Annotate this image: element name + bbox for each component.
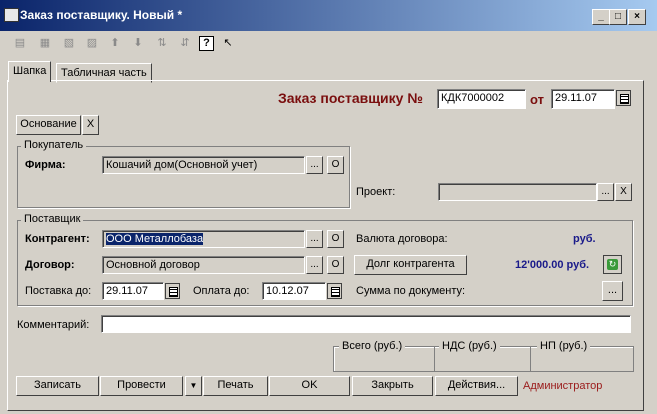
table-icon[interactable]: ▦ (37, 36, 53, 50)
currency-value: руб. (573, 233, 596, 245)
total-label: Всего (руб.) (339, 340, 406, 352)
edit-icon[interactable]: ▧ (61, 36, 77, 50)
firm-field[interactable]: Кошачий дом(Основной учет) (102, 156, 305, 174)
pointer-icon[interactable]: ↖ (220, 36, 236, 50)
contract-select-button[interactable]: ... (306, 256, 323, 274)
document-date-field[interactable]: 29.11.07 (551, 89, 615, 109)
copy-icon[interactable]: ▤ (12, 36, 28, 50)
contract-label: Договор: (25, 259, 75, 271)
help-icon[interactable]: ? (199, 36, 214, 51)
counterparty-label: Контрагент: (25, 233, 90, 245)
counterparty-field[interactable]: ООО Металлобаза (102, 230, 305, 248)
tab-header[interactable]: Шапка (8, 61, 52, 82)
post-dropdown-button[interactable]: ▼ (185, 376, 202, 396)
totals-divider (530, 346, 531, 371)
close-button[interactable]: × (628, 9, 646, 25)
calendar-icon[interactable] (616, 90, 631, 106)
firm-open-button[interactable]: О (327, 156, 344, 174)
doc-sum-button[interactable]: ... (602, 281, 623, 301)
contract-open-button[interactable]: О (327, 256, 344, 274)
basis-clear-button[interactable]: X (82, 115, 99, 135)
user-label: Администратор (523, 380, 603, 392)
up-icon[interactable]: ⬆ (107, 36, 123, 50)
document-number-field[interactable]: КДК7000002 (437, 89, 526, 109)
title-bar: Заказ поставщику. Новый * _ □ × (0, 0, 657, 31)
buyer-group-title: Покупатель (21, 139, 87, 151)
comment-label: Комментарий: (17, 319, 90, 331)
vat-label: НДС (руб.) (439, 340, 500, 352)
contract-field[interactable]: Основной договор (102, 256, 305, 274)
project-clear-button[interactable]: X (615, 183, 632, 201)
comment-field[interactable] (101, 315, 631, 333)
totals-divider (434, 346, 435, 371)
minimize-button[interactable]: _ (592, 9, 610, 25)
debt-value: 12'000.00 руб. (515, 259, 590, 271)
counterparty-select-button[interactable]: ... (306, 230, 323, 248)
doc-sum-label: Сумма по документу: (356, 285, 466, 297)
firm-label: Фирма: (25, 159, 66, 171)
delivery-date-field[interactable]: 29.11.07 (102, 282, 164, 300)
project-label: Проект: (356, 186, 396, 198)
counterparty-debt-button[interactable]: Долг контрагента (354, 255, 467, 275)
sort-asc-icon[interactable]: ⇅ (154, 36, 170, 50)
chevron-down-icon: ▼ (189, 381, 198, 390)
print-button[interactable]: Печать (203, 376, 268, 396)
payment-date-field[interactable]: 10.12.07 (262, 282, 326, 300)
from-label: от (530, 92, 544, 107)
sort-desc-icon[interactable]: ⇵ (177, 36, 193, 50)
basis-button[interactable]: Основание (16, 115, 81, 135)
payment-label: Оплата до: (193, 285, 250, 297)
delivery-calendar-icon[interactable] (165, 283, 180, 299)
np-label: НП (руб.) (537, 340, 591, 352)
ok-button[interactable]: OK (269, 376, 350, 396)
refresh-icon[interactable]: ↻ (603, 255, 622, 274)
close-form-button[interactable]: Закрыть (352, 376, 433, 396)
down-icon[interactable]: ⬇ (130, 36, 146, 50)
maximize-button[interactable]: □ (609, 9, 627, 25)
document-icon (4, 8, 19, 22)
firm-select-button[interactable]: ... (306, 156, 323, 174)
delivery-label: Поставка до: (25, 285, 92, 297)
currency-label: Валюта договора: (356, 233, 448, 245)
save-button[interactable]: Записать (16, 376, 99, 396)
project-field[interactable] (438, 183, 597, 201)
counterparty-open-button[interactable]: О (327, 230, 344, 248)
delete-icon[interactable]: ▨ (84, 36, 100, 50)
post-button[interactable]: Провести (100, 376, 183, 396)
document-title: Заказ поставщику № (278, 90, 423, 106)
actions-button[interactable]: Действия... (435, 376, 518, 396)
window-title: Заказ поставщику. Новый * (20, 8, 183, 22)
counterparty-value: ООО Металлобаза (106, 233, 204, 245)
payment-calendar-icon[interactable] (327, 283, 342, 299)
supplier-group-title: Поставщик (21, 213, 84, 225)
project-select-button[interactable]: ... (597, 183, 614, 201)
